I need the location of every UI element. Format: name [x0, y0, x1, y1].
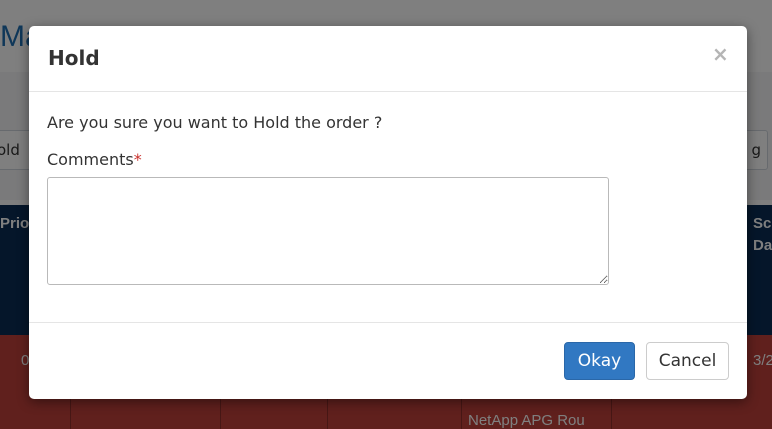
comments-label: Comments* [47, 150, 142, 169]
hold-dialog: Hold × Are you sure you want to Hold the… [29, 26, 747, 399]
comments-textarea[interactable] [47, 177, 609, 285]
dialog-header: Hold × [29, 26, 747, 92]
close-icon[interactable]: × [712, 44, 729, 64]
dialog-title: Hold [48, 46, 100, 70]
cancel-button[interactable]: Cancel [646, 342, 729, 380]
okay-button[interactable]: Okay [564, 342, 635, 380]
comments-label-text: Comments [47, 150, 134, 169]
confirm-question: Are you sure you want to Hold the order … [47, 113, 383, 132]
required-indicator: * [133, 150, 142, 169]
dialog-footer: Okay Cancel [29, 322, 747, 399]
